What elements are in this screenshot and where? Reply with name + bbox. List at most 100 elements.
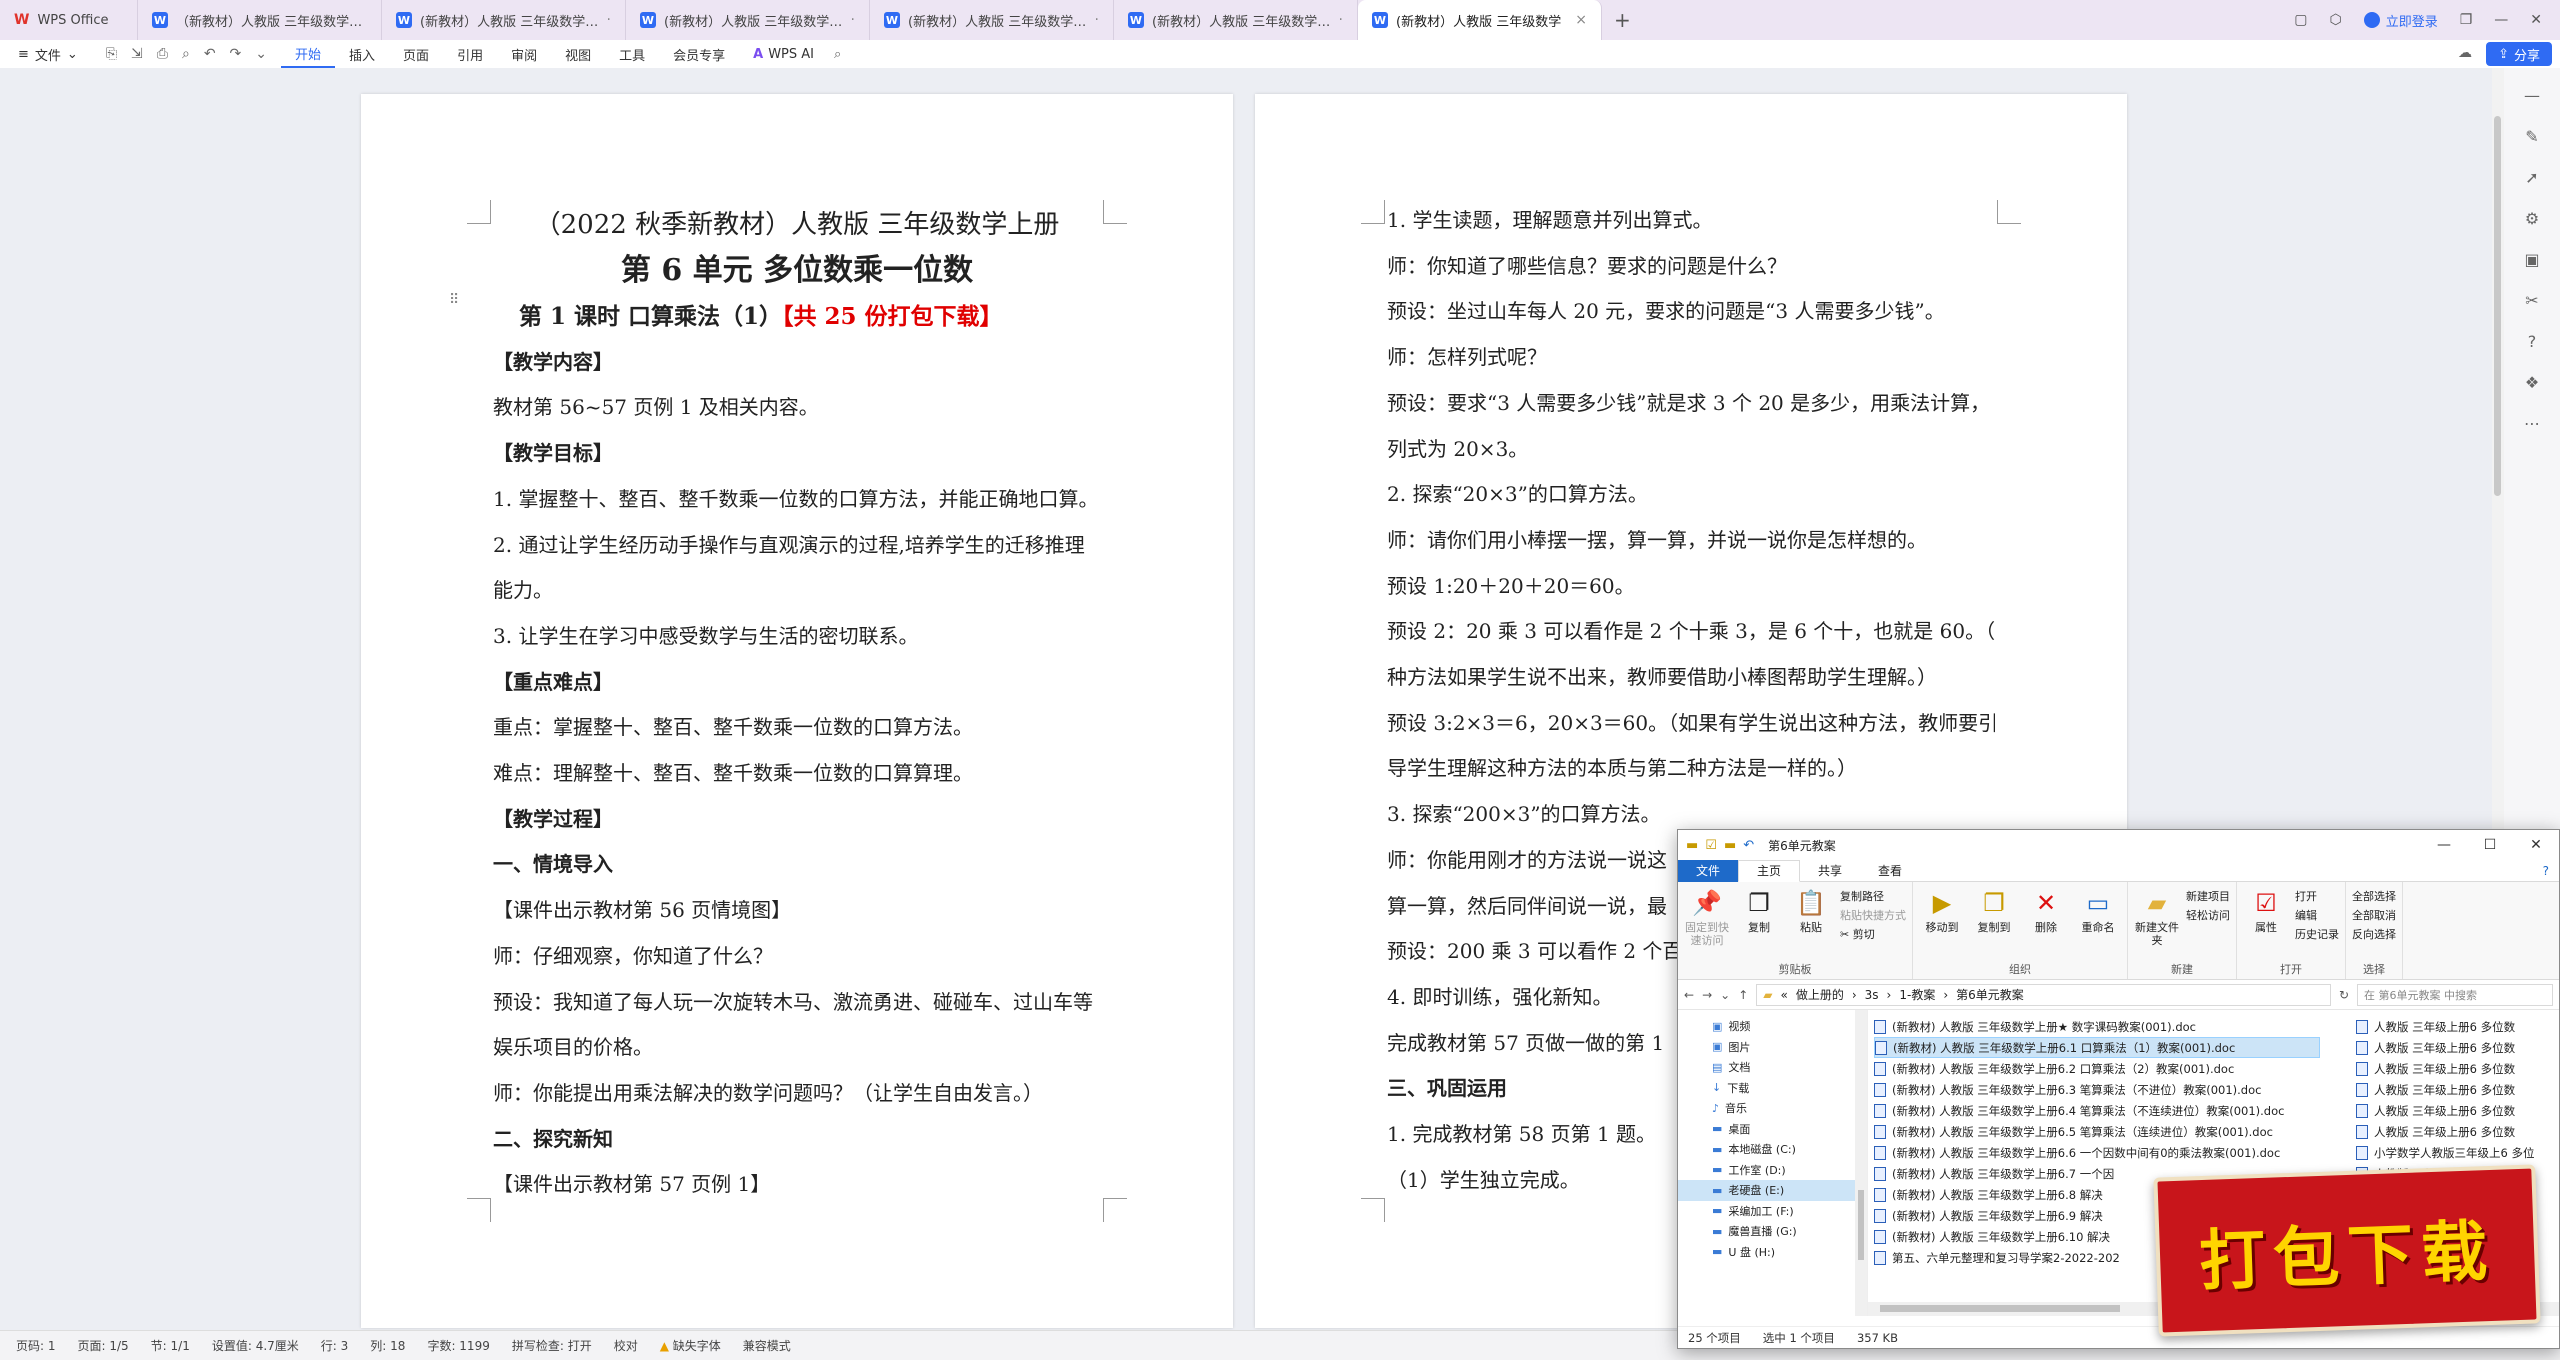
tab-review[interactable]: 审阅 — [497, 40, 551, 68]
file-list-item[interactable]: 人教版 三年级上册6 多位数 — [2356, 1100, 2556, 1121]
minus-icon[interactable]: — — [2524, 86, 2540, 105]
image-icon[interactable]: ▣ — [2524, 250, 2539, 269]
pen-icon[interactable]: ✎ — [2525, 127, 2538, 146]
redo-icon[interactable]: ↷ — [230, 46, 242, 62]
document-page-1[interactable]: ⠿ （2022 秋季新教材）人教版 三年级数学上册 第 6 单元 多位数乘一位数… — [361, 94, 1233, 1328]
status-pages[interactable]: 页面: 1/5 — [78, 1337, 129, 1354]
file-list-item[interactable]: (新教材) 人教版 三年级数学上册6.1 口算乘法（1）教案(001).doc — [1874, 1037, 2320, 1058]
tab-start[interactable]: 开始 — [281, 40, 336, 68]
tab-share[interactable]: 共享 — [1800, 860, 1860, 882]
back-icon[interactable]: ← — [1684, 988, 1694, 1002]
plus-icon[interactable]: + — [1602, 8, 1643, 32]
tab-page[interactable]: 页面 — [389, 40, 443, 68]
copy-path-button[interactable]: 复制路径 — [1840, 888, 1906, 904]
file-list-item[interactable]: 人教版 三年级上册6 多位数 — [2356, 1016, 2556, 1037]
history-button[interactable]: 历史记录 — [2295, 926, 2339, 942]
close-icon[interactable]: ✕ — [2513, 837, 2559, 853]
rename-button[interactable]: ▭ 重命名 — [2075, 888, 2121, 961]
tab-document[interactable]: W （新教材）人教版 三年级数学上册 — [138, 0, 382, 40]
tab-view[interactable]: 查看 — [1860, 860, 1920, 882]
cursor-icon[interactable]: ➚ — [2525, 168, 2538, 187]
close-icon[interactable]: · — [1339, 12, 1343, 28]
cube-icon[interactable]: ⬡ — [2329, 12, 2341, 28]
minimize-icon[interactable]: — — [2494, 12, 2508, 28]
close-icon[interactable]: · — [607, 12, 611, 28]
file-menu[interactable]: ≡ 文件 ⌄ — [0, 45, 92, 64]
copy-button[interactable]: ❐ 复制 — [1736, 888, 1782, 961]
copy-to-button[interactable]: ❐ 复制到 — [1971, 888, 2017, 961]
cut-button[interactable]: ✂ 剪切 — [1840, 926, 1906, 942]
drag-handle-icon[interactable]: ⠿ — [449, 292, 459, 308]
file-list-item[interactable]: (新教材) 人教版 三年级数学上册6.4 笔算乘法（不连续进位）教案(001).… — [1874, 1100, 2320, 1121]
recent-icon[interactable]: ⌄ — [1720, 988, 1730, 1002]
file-list-item[interactable]: (新教材) 人教版 三年级数学上册6.5 笔算乘法（连续进位）教案(001).d… — [1874, 1121, 2320, 1142]
close-icon[interactable]: · — [851, 12, 855, 28]
nav-scrollbar[interactable] — [1855, 1010, 1867, 1316]
tab-references[interactable]: 引用 — [443, 40, 497, 68]
maximize-icon[interactable]: ☐ — [2467, 837, 2513, 853]
tab-document[interactable]: W (新教材）人教版 三年级数学上册 · — [1114, 0, 1358, 40]
easy-access-button[interactable]: 轻松访问 — [2186, 907, 2230, 923]
tab-document[interactable]: W (新教材）人教版 三年级数学上册 · — [870, 0, 1114, 40]
preview-icon[interactable]: ⌕ — [182, 46, 190, 62]
minimize-icon[interactable]: — — [2421, 837, 2467, 853]
close-window-icon[interactable]: ✕ — [2530, 12, 2542, 28]
tab-insert[interactable]: 插入 — [335, 40, 389, 68]
status-words[interactable]: 字数: 1199 — [427, 1337, 489, 1354]
status-spellcheck[interactable]: 拼写检查: 打开 — [512, 1337, 592, 1354]
delete-button[interactable]: ✕ 删除 — [2023, 888, 2069, 961]
wps-ai-button[interactable]: A WPS AI — [739, 47, 828, 62]
login-button[interactable]: 立即登录 — [2363, 11, 2438, 30]
close-icon[interactable]: × — [1575, 12, 1587, 28]
nav-item[interactable]: ▬ 本地磁盘 (C:) — [1678, 1139, 1867, 1160]
scrollbar-thumb[interactable] — [1880, 1305, 2120, 1312]
help-icon[interactable]: ? — [2543, 864, 2549, 878]
status-missing-font[interactable]: ▲ 缺失字体 — [660, 1337, 721, 1354]
nav-item[interactable]: ↓ 下载 — [1678, 1078, 1867, 1099]
explorer-titlebar[interactable]: ▬ ☑ ▬ ↶ 第6单元教案 — ☐ ✕ — [1678, 830, 2559, 860]
file-list-item[interactable]: 人教版 三年级上册6 多位数 — [2356, 1037, 2556, 1058]
status-page[interactable]: 页码: 1 — [16, 1337, 56, 1354]
address-bar[interactable]: ▰ « 做上册的 › 3s › 1-教案 › 第6单元教案 — [1756, 983, 2331, 1006]
nav-item[interactable]: ▬ 老硬盘 (E:) — [1678, 1180, 1867, 1201]
move-to-button[interactable]: ▶ 移动到 — [1919, 888, 1965, 961]
tab-member[interactable]: 会员专享 — [659, 40, 739, 68]
tab-view[interactable]: 视图 — [551, 40, 605, 68]
properties-icon[interactable]: ☑ — [1705, 838, 1717, 853]
restore-icon[interactable]: ❐ — [2460, 12, 2473, 28]
status-proofread[interactable]: 校对 — [614, 1337, 638, 1354]
breadcrumb-item[interactable]: 1-教案 — [1899, 986, 1935, 1003]
new-item-button[interactable]: 新建项目 — [2186, 888, 2230, 904]
breadcrumb-overflow[interactable]: « — [1780, 988, 1787, 1002]
more-icon[interactable]: ⋯ — [2524, 414, 2540, 433]
file-list-item[interactable]: (新教材) 人教版 三年级数学上册6.2 口算乘法（2）教案(001).doc — [1874, 1058, 2320, 1079]
chevron-down-icon[interactable]: ⌄ — [255, 46, 267, 62]
breadcrumb-item[interactable]: 3s — [1865, 988, 1879, 1002]
status-section[interactable]: 节: 1/1 — [151, 1337, 190, 1354]
nav-item[interactable]: ▣ 图片 — [1678, 1037, 1867, 1058]
forward-icon[interactable]: → — [1702, 988, 1712, 1002]
status-setting[interactable]: 设置值: 4.7厘米 — [212, 1337, 299, 1354]
puzzle-icon[interactable]: ❖ — [2525, 373, 2539, 392]
nav-item[interactable]: ♪ 音乐 — [1678, 1098, 1867, 1119]
file-list-item[interactable]: 人教版 三年级上册6 多位数 — [2356, 1121, 2556, 1142]
status-col[interactable]: 列: 18 — [370, 1337, 405, 1354]
tab-file[interactable]: 文件 — [1678, 859, 1739, 882]
invert-selection-button[interactable]: 反向选择 — [2352, 926, 2396, 942]
properties-button[interactable]: ☑ 属性 — [2243, 888, 2289, 961]
share-button[interactable]: ⇪ 分享 — [2486, 42, 2552, 66]
select-all-button[interactable]: 全部选择 — [2352, 888, 2396, 904]
nav-item[interactable]: ▬ 魔兽直播 (G:) — [1678, 1221, 1867, 1242]
new-folder-icon[interactable]: ▬ — [1724, 838, 1736, 853]
nav-item[interactable]: ▬ U 盘 (H:) — [1678, 1242, 1867, 1263]
file-list-item[interactable]: (新教材) 人教版 三年级数学上册6.3 笔算乘法（不进位）教案(001).do… — [1874, 1079, 2320, 1100]
file-list-item[interactable]: (新教材) 人教版 三年级数学上册★ 数字课码教案(001).doc — [1874, 1016, 2320, 1037]
scrollbar-thumb[interactable] — [1858, 1190, 1864, 1260]
tools-icon[interactable]: ✂ — [2525, 291, 2538, 310]
export-icon[interactable]: ⇲ — [131, 46, 143, 62]
scrollbar-thumb[interactable] — [2494, 116, 2501, 496]
tab-wps-home[interactable]: W WPS Office — [0, 0, 138, 40]
explorer-search-input[interactable]: 在 第6单元教案 中搜索 — [2357, 983, 2553, 1006]
up-icon[interactable]: ↑ — [1738, 988, 1748, 1002]
undo-icon[interactable]: ↶ — [1743, 838, 1754, 853]
